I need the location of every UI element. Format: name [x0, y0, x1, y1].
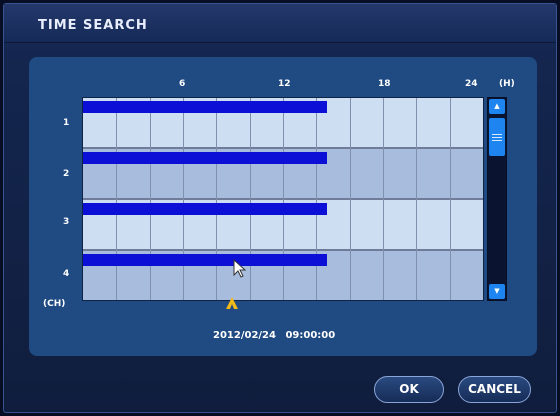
cancel-button[interactable]: CANCEL [458, 376, 531, 403]
recording-bar-ch2[interactable] [83, 152, 327, 164]
hour-unit-label: (H) [499, 79, 515, 89]
hour-label-6: 6 [179, 79, 186, 89]
hour-label-18: 18 [378, 79, 391, 89]
selected-time: 09:00:00 [285, 330, 336, 341]
channel-unit-label: (CH) [43, 299, 66, 309]
thumb-grip [492, 134, 502, 135]
hour-label-12: 12 [278, 79, 291, 89]
scroll-down-button[interactable]: ▼ [489, 284, 505, 299]
thumb-grip [492, 137, 502, 138]
timeline-panel: 6 12 18 24 (H) 1 2 3 4 (CH) ▲ ▼ 2012/02/… [29, 57, 537, 356]
recording-bar-ch4[interactable] [83, 254, 327, 266]
selected-datetime: 2012/02/24 09:00:00 [213, 330, 335, 341]
hour-gridline [383, 98, 384, 300]
hour-gridline [416, 98, 417, 300]
caret-up-icon[interactable] [226, 297, 238, 314]
dialog-title: TIME SEARCH [38, 18, 148, 33]
hour-gridline [316, 98, 317, 300]
hour-gridline [250, 98, 251, 300]
ok-button[interactable]: OK [374, 376, 444, 403]
channel-label-1: 1 [63, 118, 70, 128]
hour-gridline [350, 98, 351, 300]
hour-label-24: 24 [465, 79, 478, 89]
title-bar: TIME SEARCH [4, 4, 556, 43]
scroll-thumb[interactable] [489, 118, 505, 156]
scroll-up-button[interactable]: ▲ [489, 99, 505, 114]
hour-gridline [216, 98, 217, 300]
mouse-pointer-icon [233, 258, 247, 283]
channel-label-3: 3 [63, 217, 70, 227]
hour-gridline [183, 98, 184, 300]
recording-bar-ch1[interactable] [83, 101, 327, 113]
hour-gridline [450, 98, 451, 300]
time-search-dialog: TIME SEARCH 6 12 18 24 (H) 1 2 3 4 (CH) … [3, 3, 557, 413]
channel-scrollbar[interactable]: ▲ ▼ [487, 97, 507, 301]
hour-gridline [283, 98, 284, 300]
thumb-grip [492, 140, 502, 141]
channel-label-4: 4 [63, 269, 70, 279]
hour-gridline [150, 98, 151, 300]
timeline-grid[interactable] [82, 97, 484, 301]
hour-gridline [116, 98, 117, 300]
channel-label-2: 2 [63, 169, 70, 179]
recording-bar-ch3[interactable] [83, 203, 327, 215]
selected-date: 2012/02/24 [213, 330, 276, 341]
